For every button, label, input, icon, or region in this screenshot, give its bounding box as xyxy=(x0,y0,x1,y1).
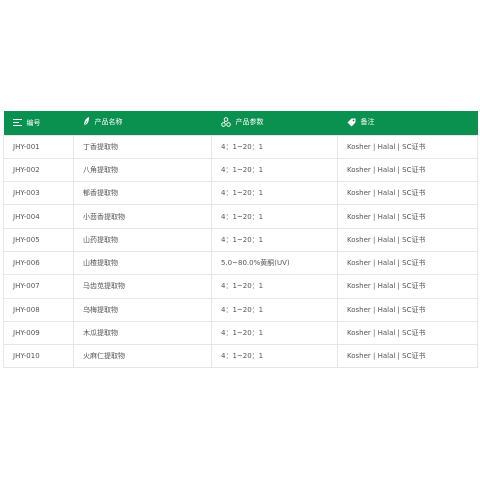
table-row: JHY-005 山药提取物 4：1~20：1 Kosher | Halal | SC证… xyxy=(3,227,478,252)
list-icon xyxy=(12,119,22,126)
cell-remarks: Kosher | Halal | SC证书 xyxy=(337,157,478,183)
cell-product-params: 4：1~20：1 xyxy=(211,227,338,252)
table-row: JHY-004 小茴香提取物 4：1~20：1 Kosher | Halal | SC… xyxy=(3,204,478,229)
cell-product-name: 木瓜提取物 xyxy=(73,320,212,346)
cell-product-params: 4：1~20：1 xyxy=(211,181,338,206)
cell-product-params: 4：1~20：1 xyxy=(211,297,338,322)
header-row: 编号 产品名称 产品参数 备注 xyxy=(3,111,478,135)
table-header: 编号 产品名称 产品参数 备注 xyxy=(3,111,478,135)
cell-product-name: 山楂提取物 xyxy=(73,250,212,276)
cell-product-name: 郁香提取物 xyxy=(73,181,212,206)
cell-remarks: Kosher | Halal | SC证书 xyxy=(337,344,478,369)
cell-remarks: Kosher | Halal | SC证书 xyxy=(337,134,478,159)
cell-remarks: Kosher | Halal | SC证书 xyxy=(337,227,478,252)
cell-product-name: 火麻仁提取物 xyxy=(73,344,212,369)
cell-product-params: 4：1~20：1 xyxy=(211,274,338,299)
cell-remarks: Kosher | Halal | SC证书 xyxy=(337,181,478,206)
table-row: JHY-009 木瓜提取物 4：1~20：1 Kosher | Halal | SC证… xyxy=(3,320,478,346)
table-row: JHY-010 火麻仁提取物 4：1~20：1 Kosher | Halal | SC… xyxy=(3,344,478,369)
cell-remarks: Kosher | Halal | SC证书 xyxy=(337,204,478,229)
cell-code: JHY-008 xyxy=(3,297,74,322)
table-row: JHY-001 丁香提取物 4：1~20：1 Kosher | Halal | SC证… xyxy=(3,134,478,159)
header-product-params-label: 产品参数 xyxy=(235,117,264,126)
header-product-name: 产品名称 xyxy=(74,111,212,135)
cell-code: JHY-009 xyxy=(3,320,74,346)
cell-product-name: 山药提取物 xyxy=(73,227,212,252)
cell-remarks: Kosher | Halal | SC证书 xyxy=(337,250,478,276)
cell-product-params: 4：1~20：1 xyxy=(211,320,338,346)
cell-code: JHY-003 xyxy=(3,181,74,206)
table-row: JHY-002 八角提取物 4：1~20：1 Kosher | Halal | SC证… xyxy=(3,157,478,183)
cell-code: JHY-005 xyxy=(3,227,74,252)
header-remarks-label: 备注 xyxy=(360,118,375,126)
leaf-icon xyxy=(83,116,90,127)
cell-remarks: Kosher | Halal | SC证书 xyxy=(337,274,478,299)
cell-code: JHY-004 xyxy=(3,204,74,229)
cell-code: JHY-001 xyxy=(3,134,74,159)
cell-product-name: 马齿苋提取物 xyxy=(73,274,212,299)
cell-code: JHY-006 xyxy=(3,250,74,276)
product-table-container: 编号 产品名称 产品参数 备注 JHY-001 丁香提取物 4：1~20：1 K… xyxy=(3,111,478,369)
cell-code: JHY-002 xyxy=(3,157,74,183)
cell-product-params: 4：1~20：1 xyxy=(211,157,338,183)
header-product-params: 产品参数 xyxy=(212,111,338,135)
cell-product-params: 4：1~20：1 xyxy=(211,344,338,369)
cell-remarks: Kosher | Halal | SC证书 xyxy=(337,320,478,346)
cell-code: JHY-010 xyxy=(3,344,74,369)
cell-remarks: Kosher | Halal | SC证书 xyxy=(337,297,478,322)
cell-product-params: 4：1~20：1 xyxy=(211,204,338,229)
cell-product-name: 乌梅提取物 xyxy=(73,297,212,322)
header-remarks: 备注 xyxy=(338,111,478,135)
product-table: 编号 产品名称 产品参数 备注 JHY-001 丁香提取物 4：1~20：1 K… xyxy=(3,111,478,369)
table-row: JHY-007 马齿苋提取物 4：1~20：1 Kosher | Halal | SC… xyxy=(3,274,478,299)
cell-product-params: 5.0~80.0%黄酮(UV) xyxy=(211,250,338,276)
header-code: 编号 xyxy=(4,111,74,135)
cell-product-params: 4：1~20：1 xyxy=(211,134,338,159)
header-code-label: 编号 xyxy=(26,118,41,127)
header-product-name-label: 产品名称 xyxy=(94,117,123,126)
table-row: JHY-003 郁香提取物 4：1~20：1 Kosher | Halal | SC证… xyxy=(3,181,478,206)
cell-product-name: 八角提取物 xyxy=(73,157,212,183)
table-row: JHY-008 乌梅提取物 4：1~20：1 Kosher | Halal | SC证… xyxy=(3,297,478,322)
table-body: JHY-001 丁香提取物 4：1~20：1 Kosher | Halal | SC证… xyxy=(3,134,478,369)
cell-code: JHY-007 xyxy=(3,274,74,299)
table-row: JHY-006 山楂提取物 5.0~80.0%黄酮(UV) Kosher | Hala… xyxy=(3,250,478,276)
cell-product-name: 小茴香提取物 xyxy=(73,204,212,229)
tag-icon xyxy=(347,118,356,127)
cell-product-name: 丁香提取物 xyxy=(73,134,212,159)
molecule-icon xyxy=(220,117,231,127)
